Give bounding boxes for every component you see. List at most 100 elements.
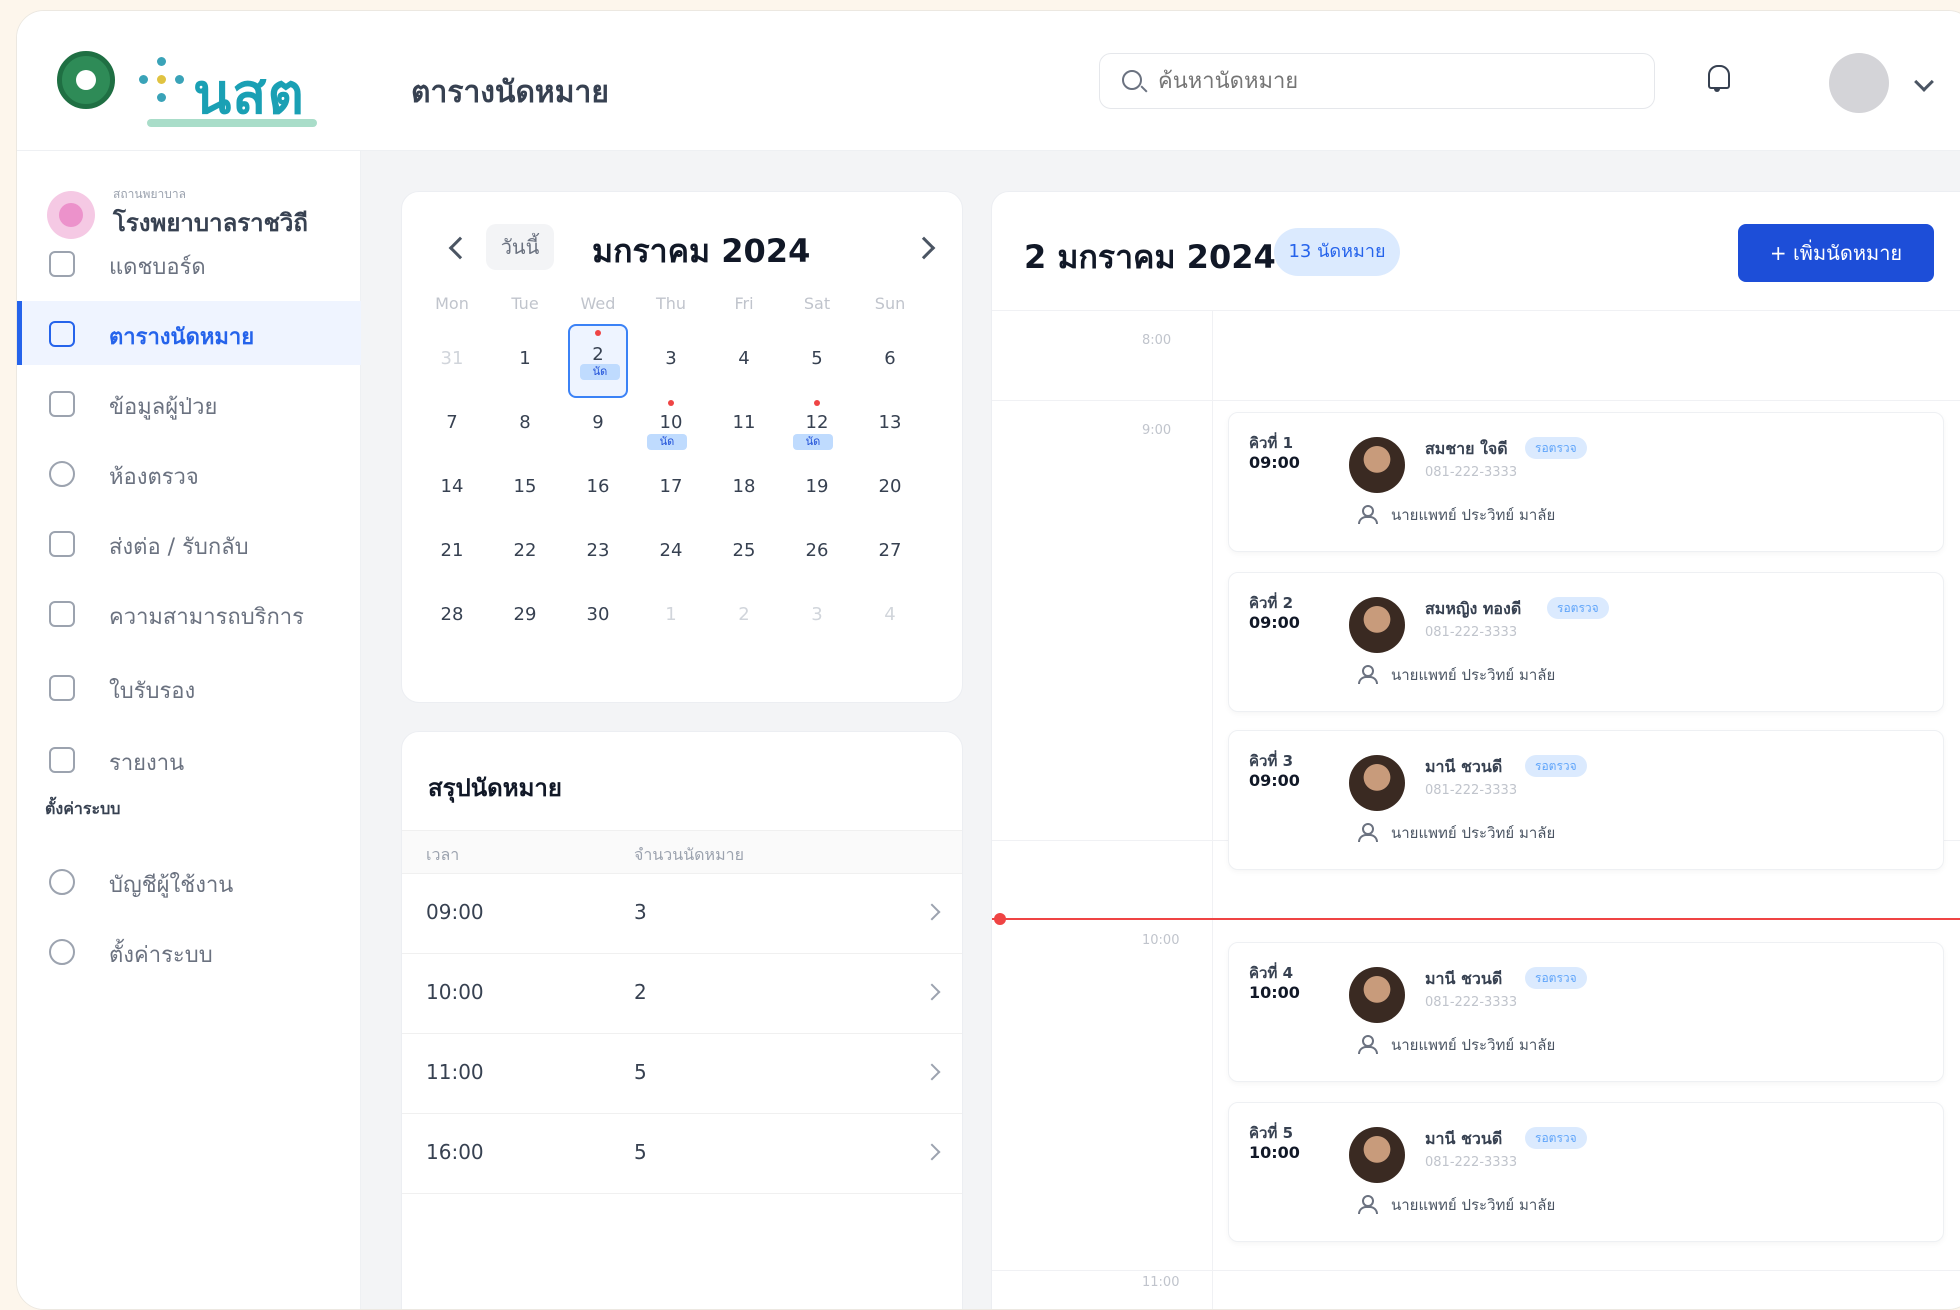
appointment-count-badge: 13 นัดหมาย <box>1274 228 1400 276</box>
table-row[interactable]: 11:00 5 <box>402 1034 962 1114</box>
calendar-day[interactable]: 23 <box>562 524 634 580</box>
calendar-day[interactable]: 2 <box>708 588 780 644</box>
appointment-time: 10:00 <box>1249 983 1300 1002</box>
chevron-right-icon[interactable] <box>912 236 936 260</box>
calendar-day[interactable]: 4 <box>854 588 926 644</box>
calendar-day[interactable]: 12 นัด <box>781 396 853 452</box>
calendar-day[interactable]: 19 <box>781 460 853 516</box>
table-row[interactable]: 16:00 5 <box>402 1114 962 1194</box>
calendar-day[interactable]: 31 <box>416 332 488 388</box>
calendar-day[interactable]: 22 <box>489 524 561 580</box>
calendar-day[interactable]: 28 <box>416 588 488 644</box>
sidebar-item-capacity[interactable]: ความสามารถบริการ <box>17 581 361 645</box>
user-avatar[interactable] <box>1829 53 1889 113</box>
calendar-day[interactable]: 7 <box>416 396 488 452</box>
calendar-day[interactable]: 14 <box>416 460 488 516</box>
patient-avatar <box>1349 755 1405 811</box>
weekday-header: Wed <box>580 294 616 313</box>
transfer-icon <box>49 531 75 557</box>
calendar-day[interactable]: 29 <box>489 588 561 644</box>
row-time: 11:00 <box>426 1060 484 1084</box>
calendar-day[interactable]: 18 <box>708 460 780 516</box>
calendar-day[interactable]: 20 <box>854 460 926 516</box>
sidebar-item-label: ตารางนัดหมาย <box>109 325 255 350</box>
sidebar-item-user-accounts[interactable]: บัญชีผู้ใช้งาน <box>17 849 361 913</box>
day-number: 20 <box>878 476 902 497</box>
sidebar-item-exam-room[interactable]: ห้องตรวจ <box>17 441 361 505</box>
weekday-header: Sun <box>874 294 906 313</box>
calendar-day[interactable]: 26 <box>781 524 853 580</box>
add-appointment-button[interactable]: + เพิ่มนัดหมาย <box>1738 224 1934 282</box>
sidebar-item-reports[interactable]: รายงาน <box>17 727 361 791</box>
appointment-card[interactable]: คิวที่ 5 10:00 มานี ชวนดี รอตรวจ 081-222… <box>1228 1102 1944 1242</box>
doctor-icon <box>1357 1035 1378 1054</box>
calendar-day[interactable]: 8 <box>489 396 561 452</box>
patient-avatar <box>1349 597 1405 653</box>
sidebar-item-label: ส่งต่อ / รับกลับ <box>109 535 249 560</box>
calendar-day[interactable]: 24 <box>635 524 707 580</box>
chevron-left-icon[interactable] <box>448 236 472 260</box>
sidebar-item-certificate[interactable]: ใบรับรอง <box>17 655 361 719</box>
row-time: 10:00 <box>426 980 484 1004</box>
appointment-time: 09:00 <box>1249 771 1300 790</box>
chevron-down-icon[interactable] <box>1914 72 1934 92</box>
sidebar-item-referral[interactable]: ส่งต่อ / รับกลับ <box>17 511 361 575</box>
logo-subline <box>147 119 317 127</box>
time-slot: 8:00 <box>992 310 1960 400</box>
today-button[interactable]: วันนี้ <box>486 224 554 270</box>
calendar-day[interactable]: 13 <box>854 396 926 452</box>
day-number: 21 <box>440 540 464 561</box>
doctor-icon <box>1357 665 1378 684</box>
calendar-day[interactable]: 1 <box>489 332 561 388</box>
patient-name: สมชาย ใจดี <box>1425 439 1508 458</box>
month-label: มกราคม 2024 <box>592 232 811 270</box>
logo-dots-icon <box>139 57 185 103</box>
day-number: 24 <box>659 540 683 561</box>
sidebar-item-label: ตั้งค่าระบบ <box>109 943 213 968</box>
certificate-icon <box>49 675 75 701</box>
settings-icon <box>49 939 75 965</box>
calendar-day[interactable]: 1 <box>635 588 707 644</box>
day-number: 31 <box>440 348 464 369</box>
calendar-day[interactable]: 25 <box>708 524 780 580</box>
search-input[interactable] <box>1158 64 1628 98</box>
sidebar-item-dashboard[interactable]: แดชบอร์ด <box>17 231 361 295</box>
sidebar-item-patients[interactable]: ข้อมูลผู้ป่วย <box>17 371 361 435</box>
search-box[interactable] <box>1099 53 1655 109</box>
status-badge: รอตรวจ <box>1525 437 1587 459</box>
bell-icon[interactable] <box>1705 65 1730 93</box>
day-number: 13 <box>878 412 902 433</box>
sidebar-item-appointments[interactable]: ตารางนัดหมาย <box>17 301 361 365</box>
sidebar-item-settings[interactable]: ตั้งค่าระบบ <box>17 919 361 983</box>
calendar-day[interactable]: 3 <box>635 332 707 388</box>
day-number: 2 <box>738 604 750 625</box>
calendar-day[interactable]: 5 <box>781 332 853 388</box>
calendar-day[interactable]: 17 <box>635 460 707 516</box>
chevron-right-icon <box>923 1143 941 1161</box>
calendar-day[interactable]: 27 <box>854 524 926 580</box>
table-row[interactable]: 10:00 2 <box>402 954 962 1034</box>
calendar-day[interactable]: 4 <box>708 332 780 388</box>
table-row[interactable]: 09:00 3 <box>402 874 962 954</box>
calendar-day[interactable]: 2 นัด <box>568 324 628 398</box>
calendar-day[interactable]: 16 <box>562 460 634 516</box>
calendar-day[interactable]: 11 <box>708 396 780 452</box>
appointment-card[interactable]: คิวที่ 4 10:00 มานี ชวนดี รอตรวจ 081-222… <box>1228 942 1944 1082</box>
calendar-day[interactable]: 6 <box>854 332 926 388</box>
day-number: 4 <box>738 348 750 369</box>
calendar-day[interactable]: 30 <box>562 588 634 644</box>
calendar-day[interactable]: 15 <box>489 460 561 516</box>
appointment-time: 09:00 <box>1249 453 1300 472</box>
chevron-right-icon <box>923 1063 941 1081</box>
calendar-day[interactable]: 9 <box>562 396 634 452</box>
calendar-day[interactable]: 21 <box>416 524 488 580</box>
appointment-card[interactable]: คิวที่ 1 09:00 สมชาย ใจดี รอตรวจ 081-222… <box>1228 412 1944 552</box>
calendar-day[interactable]: 3 <box>781 588 853 644</box>
weekday-header: Tue <box>511 294 539 313</box>
day-number: 11 <box>732 412 756 433</box>
calendar-day[interactable]: 10 นัด <box>635 396 707 452</box>
appointment-card[interactable]: คิวที่ 2 09:00 สมหญิง ทองดี รอตรวจ 081-2… <box>1228 572 1944 712</box>
appointment-card[interactable]: คิวที่ 3 09:00 มานี ชวนดี รอตรวจ 081-222… <box>1228 730 1944 870</box>
status-badge: รอตรวจ <box>1547 597 1609 619</box>
appointment-time: 10:00 <box>1249 1143 1300 1162</box>
